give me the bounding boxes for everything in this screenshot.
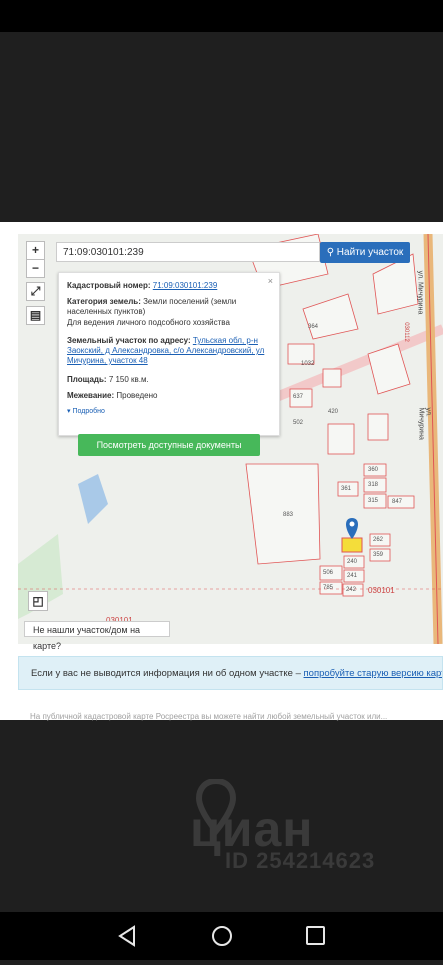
cut-off-text: На публичной кадастровой карте Росреестр… [30,712,388,721]
search-icon: ⚲ [326,247,335,258]
info-text: Если у вас не выводится информация ни об… [31,668,304,679]
parcel-label: 506 [323,570,334,576]
parcel-label: 1032 [301,361,315,367]
address-link-1[interactable]: Тульская обл, р-н [193,336,258,345]
parcel-label: 318 [368,482,379,488]
recents-icon [306,926,325,945]
parcel-label: 420 [328,409,339,415]
zoom-in-button[interactable]: + [26,241,45,260]
parcel-label: 847 [392,499,403,505]
land-category-label: Категория земель: [67,297,141,306]
street-label: ул. Мичурина [416,270,424,315]
parcel-label: 360 [368,467,379,473]
parcel-info-popup: × Кадастровый номер: 71:09:030101:239 Ка… [58,272,280,436]
address-label: Земельный участок по адресу: [67,336,191,345]
status-bar [0,0,443,32]
view-documents-button[interactable]: Посмотреть доступные документы [78,434,260,456]
android-nav-bar [0,912,443,960]
zoom-out-button[interactable]: − [26,259,45,278]
cadastral-number-link[interactable]: 71:09:030101:239 [153,281,218,290]
print-icon[interactable]: ▤ [26,306,45,325]
parcel-label: 361 [341,486,352,492]
layers-icon[interactable]: ◰ [28,591,48,611]
block-number: 030112 [402,322,409,342]
parcel-label: 502 [293,420,304,426]
street-label: ул. Мичурина [417,407,432,440]
survey-value: Проведено [116,391,158,400]
nav-icons [118,925,325,947]
info-bar: Если у вас не выводится информация ни об… [18,656,443,690]
land-category-value: Земли поселений (земли [143,297,237,306]
parcel-label: 262 [373,537,384,543]
area-value: 7 150 кв.м. [108,375,149,384]
chevron-down-icon: ▾ [67,408,71,415]
not-found-button[interactable]: Не нашли участок/дом на карте? [24,621,170,651]
parcel-label: 315 [368,498,379,504]
parcel-label: 883 [283,512,294,518]
parcel-label: 359 [373,552,384,558]
more-details-link[interactable]: Подробно [72,408,104,415]
land-usage: Для ведения личного подсобного хозяйства [67,318,230,327]
find-parcel-button[interactable]: ⚲ Найти участок [320,242,410,263]
parcel-label: 240 [347,559,358,565]
cadastral-search-input[interactable]: 71:09:030101:239 [56,242,320,262]
old-version-link[interactable]: попробуйте старую версию карты [304,668,442,679]
parcel-label: 241 [347,573,358,579]
fullscreen-icon[interactable]: ⤢ [26,282,45,301]
survey-label: Межевание: [67,391,115,400]
find-parcel-label: Найти участок [336,247,404,258]
land-category-value-2: населенных пунктов) [67,307,146,316]
block-number: 030101 [368,586,395,595]
watermark-id: ID 254214623 [225,848,376,873]
address-link-3[interactable]: Мичурина, участок 48 [67,356,148,365]
cadastral-number-label: Кадастровый номер: [67,281,151,290]
back-icon [118,925,135,947]
address-link-2[interactable]: Заокский, д Александровка, с/о Александр… [67,346,264,355]
parcel-label: 364 [308,324,319,330]
parcel-label: 242 [346,587,357,593]
home-icon [212,926,232,946]
parcel-label: 637 [293,394,304,400]
parcel-label: 785 [323,585,334,591]
close-icon[interactable]: × [268,276,273,286]
area-label: Площадь: [67,375,107,384]
